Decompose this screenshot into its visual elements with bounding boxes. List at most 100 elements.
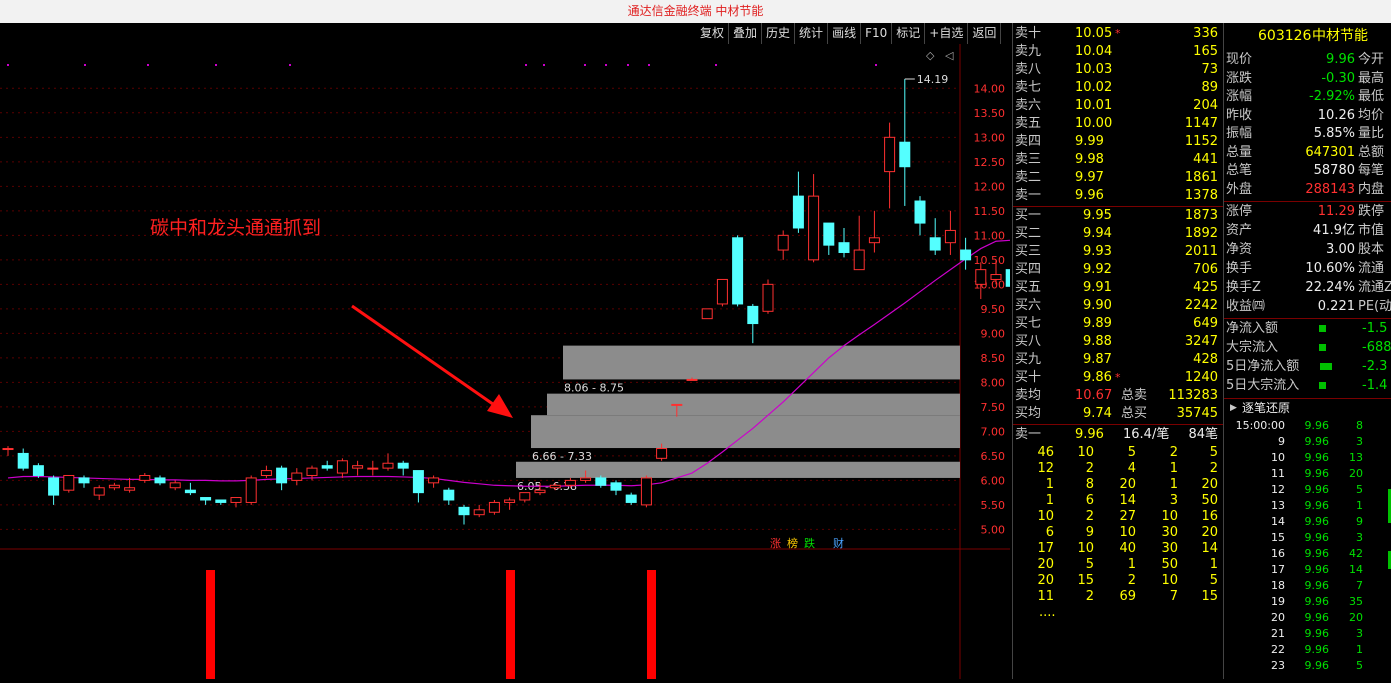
ask-price: 10.01 [1075,98,1113,113]
flow-divider [1224,318,1391,319]
price-axis-label: 6.50 [981,450,1006,463]
toolbar-button[interactable]: 统计 [795,23,829,44]
queue-average: 16.4/笔 [1123,427,1170,442]
info-value: 3.00 [1326,242,1355,257]
toolbar-button[interactable]: 画线 [828,23,862,44]
tick-row: 12 9.96 5 [1224,482,1391,498]
info-label-2: 股本 [1358,242,1385,257]
ask-price: 9.97 [1075,170,1104,185]
tick-volume: 8 [1356,419,1363,432]
tick-price: 9.96 [1304,659,1330,672]
flow-row: 5日净流入额 -2.3 [1224,358,1391,376]
tick-time: 23 [1271,659,1285,672]
candle-up [549,484,561,489]
candle-down [397,462,409,469]
tick-row: 18 9.96 7 [1224,578,1391,594]
tick-time: 9 [1278,435,1285,448]
info-label: 总笔 [1226,163,1253,178]
info-label: 换手Z [1226,280,1261,295]
candle-down [412,470,424,494]
toolbar-button[interactable]: 标记 [892,23,926,44]
ask-row: 卖二 9.97 1861 [1013,169,1222,187]
tick-time: 20 [1271,611,1285,624]
candle-down [960,249,972,261]
flow-value: -1.4 [1362,378,1388,393]
ask-label: 卖二 [1015,170,1042,185]
avg-buy-row: 买均 9.74 总买 35745 [1013,405,1222,423]
tick-row: 9 9.96 3 [1224,434,1391,450]
tick-time: 22 [1271,643,1285,656]
candle-up [808,195,820,261]
bid-price: 9.89 [1083,316,1112,331]
annotation-arrow-head [487,394,513,418]
info-row: 振幅 5.85% 量比 [1224,125,1391,143]
tick-row: 13 9.96 1 [1224,498,1391,514]
tick-volume: 20 [1349,611,1363,624]
info-label: 涨停 [1226,204,1253,219]
candle-up [671,403,683,406]
info-row: 外盘 288143 内盘 [1224,181,1391,199]
candle-down [792,195,804,229]
tick-time: 10 [1271,451,1285,464]
price-axis-label: 9.00 [981,327,1006,340]
bid-label: 买九 [1015,352,1042,367]
price-axis-label: 5.00 [981,523,1006,536]
bid-label: 买十 [1015,370,1042,385]
info-label: 现价 [1226,52,1253,67]
candle-up [975,269,987,285]
stock-header: 603126 中材节能 [1224,27,1391,45]
candle-up [473,509,485,516]
bid-volume: 706 [1193,262,1218,277]
ask-label: 卖九 [1015,44,1042,59]
toolbar-button[interactable]: 历史 [762,23,796,44]
queue-more-text: .... [1039,605,1056,620]
info-row: 昨收 10.26 均价 [1224,107,1391,125]
kline-chart[interactable]: 14.0013.5013.0012.5012.0011.5011.0010.50… [0,44,1017,679]
tick-volume: 20 [1349,467,1363,480]
total-sell-label: 总卖 [1121,388,1148,403]
total-sell-value: 113283 [1168,388,1218,403]
toolbar-button[interactable]: 复权 [696,23,730,44]
info-label: 涨幅 [1226,89,1253,104]
price-axis-label: 7.00 [981,425,1006,438]
candle-down [458,506,470,516]
bid-price: 9.91 [1083,280,1112,295]
ask-volume: 73 [1201,62,1218,77]
toolbar-button[interactable]: +自选 [925,23,969,44]
stock-name: 中材节能 [1312,28,1368,44]
kline-chart-area[interactable]: 14.00 13.50 13.00 12.50 12.00 11.50 11.00 10.50… [0,44,1017,679]
toolbar-button[interactable]: 返回 [968,23,1002,44]
candle-up [519,492,531,501]
tick-price: 9.96 [1304,627,1330,640]
bid-row: 买五 9.91 425 [1013,279,1222,297]
candle-down [276,467,288,484]
diamond-icon: ◇ [926,49,935,62]
tick-row: 11 9.96 20 [1224,466,1391,482]
toolbar-button[interactable]: 叠加 [729,23,763,44]
bid-row: 买八 9.88 3247 [1013,333,1222,351]
bid-volume: 1873 [1184,208,1218,223]
info-value: 10.60% [1305,261,1355,276]
candle-down [184,489,196,494]
info-label-2: 流通 [1358,261,1385,276]
candle-up [382,462,394,469]
queue-count: 84笔 [1188,427,1218,442]
tick-volume: 14 [1349,563,1363,576]
info-row: 净资 3.00 股本 [1224,241,1391,259]
tick-list-header[interactable]: ▶ 逐笔还原 [1224,398,1391,416]
flow-value: -2.3 [1362,359,1388,374]
tick-volume: 3 [1356,435,1363,448]
info-label: 总量 [1226,144,1253,160]
info-row: 涨跌 -0.30 最高 [1224,70,1391,88]
marker-dot [715,64,717,66]
candle-up [260,470,272,476]
toolbar-button[interactable]: F10 [861,23,893,44]
support-zone [563,345,960,380]
candle-down [929,237,941,251]
candle-up [63,474,75,491]
ask-volume: 89 [1201,80,1218,95]
info-row: 换手 10.60% 流通 [1224,260,1391,278]
support-zone-label: 6.66 - 7.33 [532,450,592,463]
candle-up [169,482,181,489]
candle-up [124,487,136,491]
